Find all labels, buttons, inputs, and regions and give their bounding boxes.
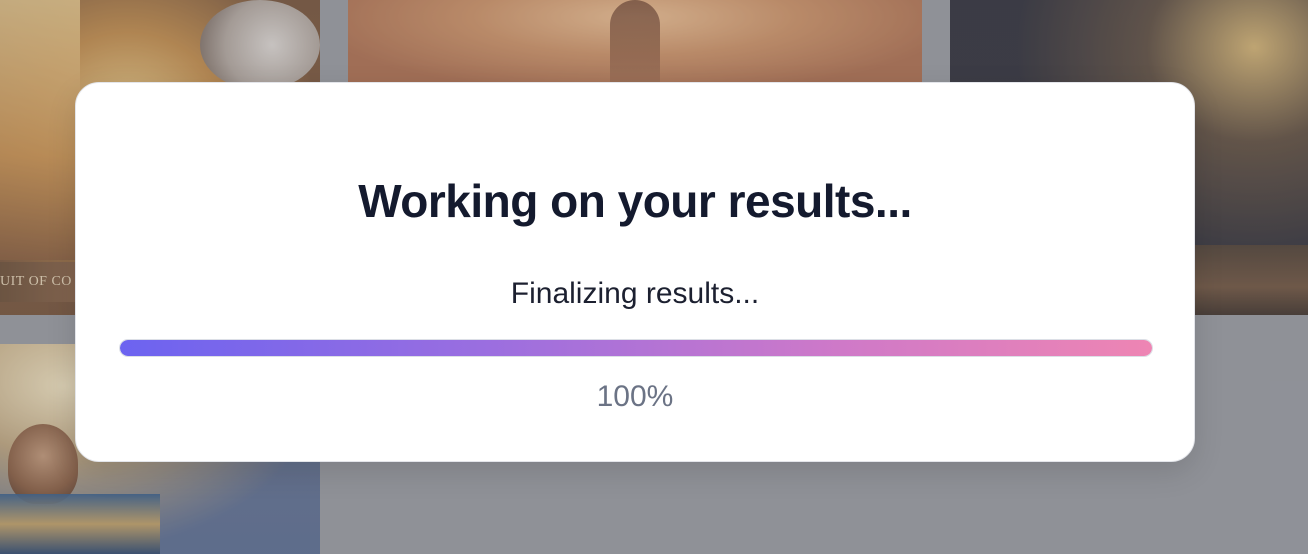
progress-dialog: Working on your results... Finalizing re… [75, 82, 1195, 462]
progress-bar-fill [120, 340, 1152, 356]
results-page: UIT OF CO Working on your results... Fin… [0, 0, 1308, 554]
progress-status-text: Finalizing results... [510, 277, 760, 310]
progress-bar [119, 339, 1153, 357]
progress-percent-label: 100% [596, 380, 674, 413]
dialog-title: Working on your results... [358, 175, 912, 227]
